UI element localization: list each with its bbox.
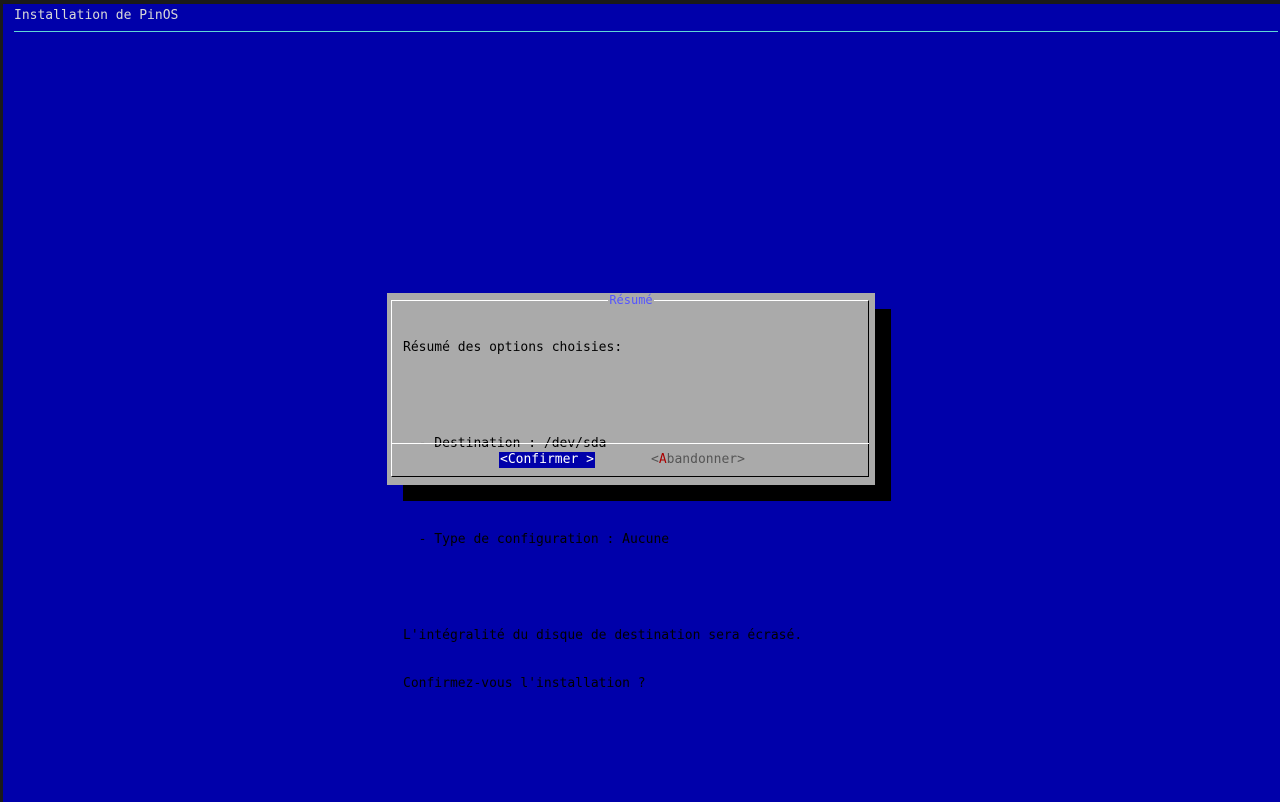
abandon-right-bracket: > xyxy=(737,452,745,467)
confirm-left-bracket: < xyxy=(500,452,508,467)
message-line: Résumé des options choisies: xyxy=(403,340,623,355)
message-line xyxy=(403,388,802,404)
abandon-button[interactable]: <Abandonner> xyxy=(651,452,745,468)
backtitle-divider xyxy=(14,31,1278,32)
message-line: - Type de configuration : Aucune xyxy=(403,532,670,547)
abandon-label: bandonner xyxy=(666,452,738,467)
message-line xyxy=(403,580,802,596)
button-separator xyxy=(392,443,869,446)
confirm-button[interactable]: <Confirmer > xyxy=(499,452,595,468)
button-bar: <Confirmer > <Abandonner> xyxy=(387,452,875,468)
dialog-title-text: Résumé xyxy=(608,293,654,307)
confirm-label: Confirmer xyxy=(507,452,579,467)
summary-dialog: Résumé Résumé des options choisies: - De… xyxy=(387,293,875,691)
dialog-message: Résumé des options choisies: - Destinati… xyxy=(403,308,802,724)
message-line: L'intégralité du disque de destination s… xyxy=(403,628,803,643)
abandon-hotkey: A xyxy=(658,452,667,467)
message-line: Confirmez-vous l'installation ? xyxy=(403,676,646,691)
abandon-left-bracket: < xyxy=(651,452,659,467)
message-line: - Version : pinos-rip_52 xyxy=(403,484,607,499)
confirm-right-bracket: > xyxy=(578,452,594,467)
backtitle: Installation de PinOS xyxy=(14,8,179,23)
dialog-title: Résumé xyxy=(387,293,875,307)
